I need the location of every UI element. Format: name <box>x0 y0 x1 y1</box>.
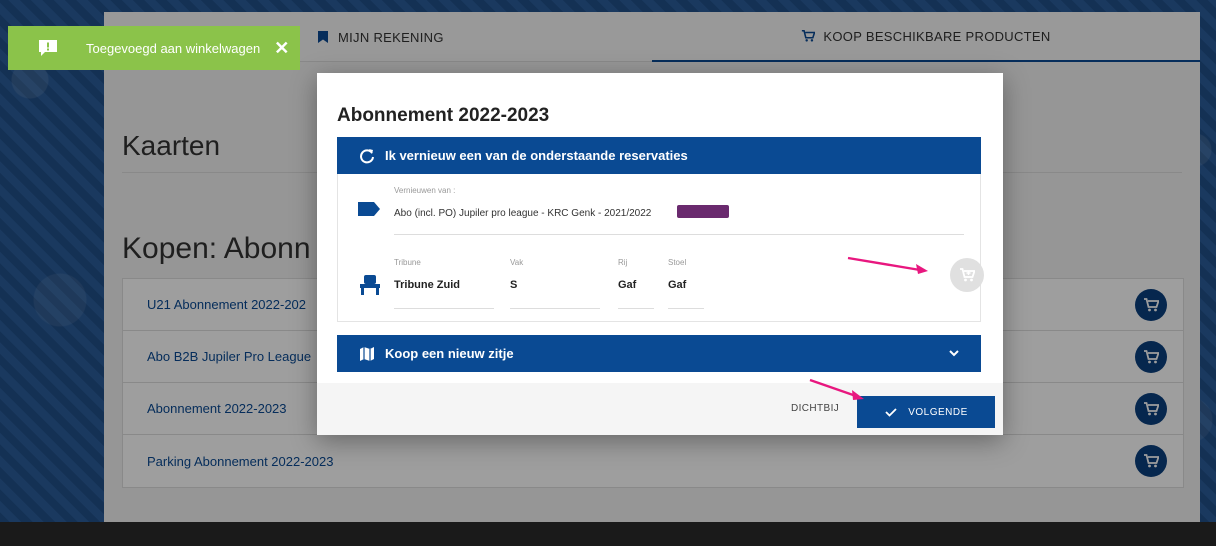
field-value: Gaf <box>668 279 687 291</box>
field-underline <box>618 308 654 309</box>
toast-message: Toegevoegd aan winkelwagen <box>86 40 261 56</box>
renew-reservation: Vernieuwen van : Abo (incl. PO) Jupiler … <box>337 174 984 322</box>
close-button[interactable]: DICHTBIJ <box>791 403 839 414</box>
field-underline <box>668 308 704 309</box>
field-vak: Vak S <box>510 258 600 309</box>
renew-section-header[interactable]: Ik vernieuw een van de onderstaande rese… <box>337 137 981 174</box>
annotation-arrow <box>847 256 928 274</box>
refresh-icon <box>360 148 374 163</box>
tag-icon <box>358 202 380 216</box>
modal-footer: DICHTBIJ VOLGENDE <box>317 383 1003 435</box>
annotation-arrow <box>809 378 864 400</box>
modal-title: Abonnement 2022-2023 <box>337 105 550 126</box>
field-value: Gaf <box>618 279 637 291</box>
seat-icon <box>360 275 380 295</box>
field-underline <box>394 308 494 309</box>
add-renewal-to-cart-button[interactable] <box>950 258 984 292</box>
next-button-label: VOLGENDE <box>908 406 968 418</box>
check-icon <box>885 408 897 417</box>
field-tribune: Tribune Tribune Zuid <box>394 258 494 309</box>
new-seat-section-title: Koop een nieuw zitje <box>385 346 514 361</box>
renew-from-value: Abo (incl. PO) Jupiler pro league - KRC … <box>394 208 652 219</box>
field-value: S <box>510 279 518 291</box>
toast-notification: Toegevoegd aan winkelwagen ✕ <box>8 26 300 70</box>
redaction-mark <box>677 205 729 218</box>
new-seat-section-header[interactable]: Koop een nieuw zitje <box>337 335 981 372</box>
renew-section-title: Ik vernieuw een van de onderstaande rese… <box>385 148 688 163</box>
field-label: Tribune <box>394 258 421 267</box>
chevron-down-icon[interactable] <box>947 346 961 360</box>
field-label: Stoel <box>668 258 687 267</box>
field-rij: Rij Gaf <box>618 258 654 309</box>
alert-icon <box>39 40 57 56</box>
divider <box>394 234 964 235</box>
field-label: Rij <box>618 258 628 267</box>
field-value: Tribune Zuid <box>394 279 460 291</box>
field-underline <box>510 308 600 309</box>
field-stoel: Stoel Gaf <box>668 258 704 309</box>
close-icon[interactable]: ✕ <box>274 38 289 59</box>
field-label: Vak <box>510 258 524 267</box>
map-icon <box>360 346 374 361</box>
renew-from-label: Vernieuwen van : <box>394 186 456 195</box>
cart-add-icon <box>960 268 975 282</box>
next-button[interactable]: VOLGENDE <box>857 396 995 428</box>
